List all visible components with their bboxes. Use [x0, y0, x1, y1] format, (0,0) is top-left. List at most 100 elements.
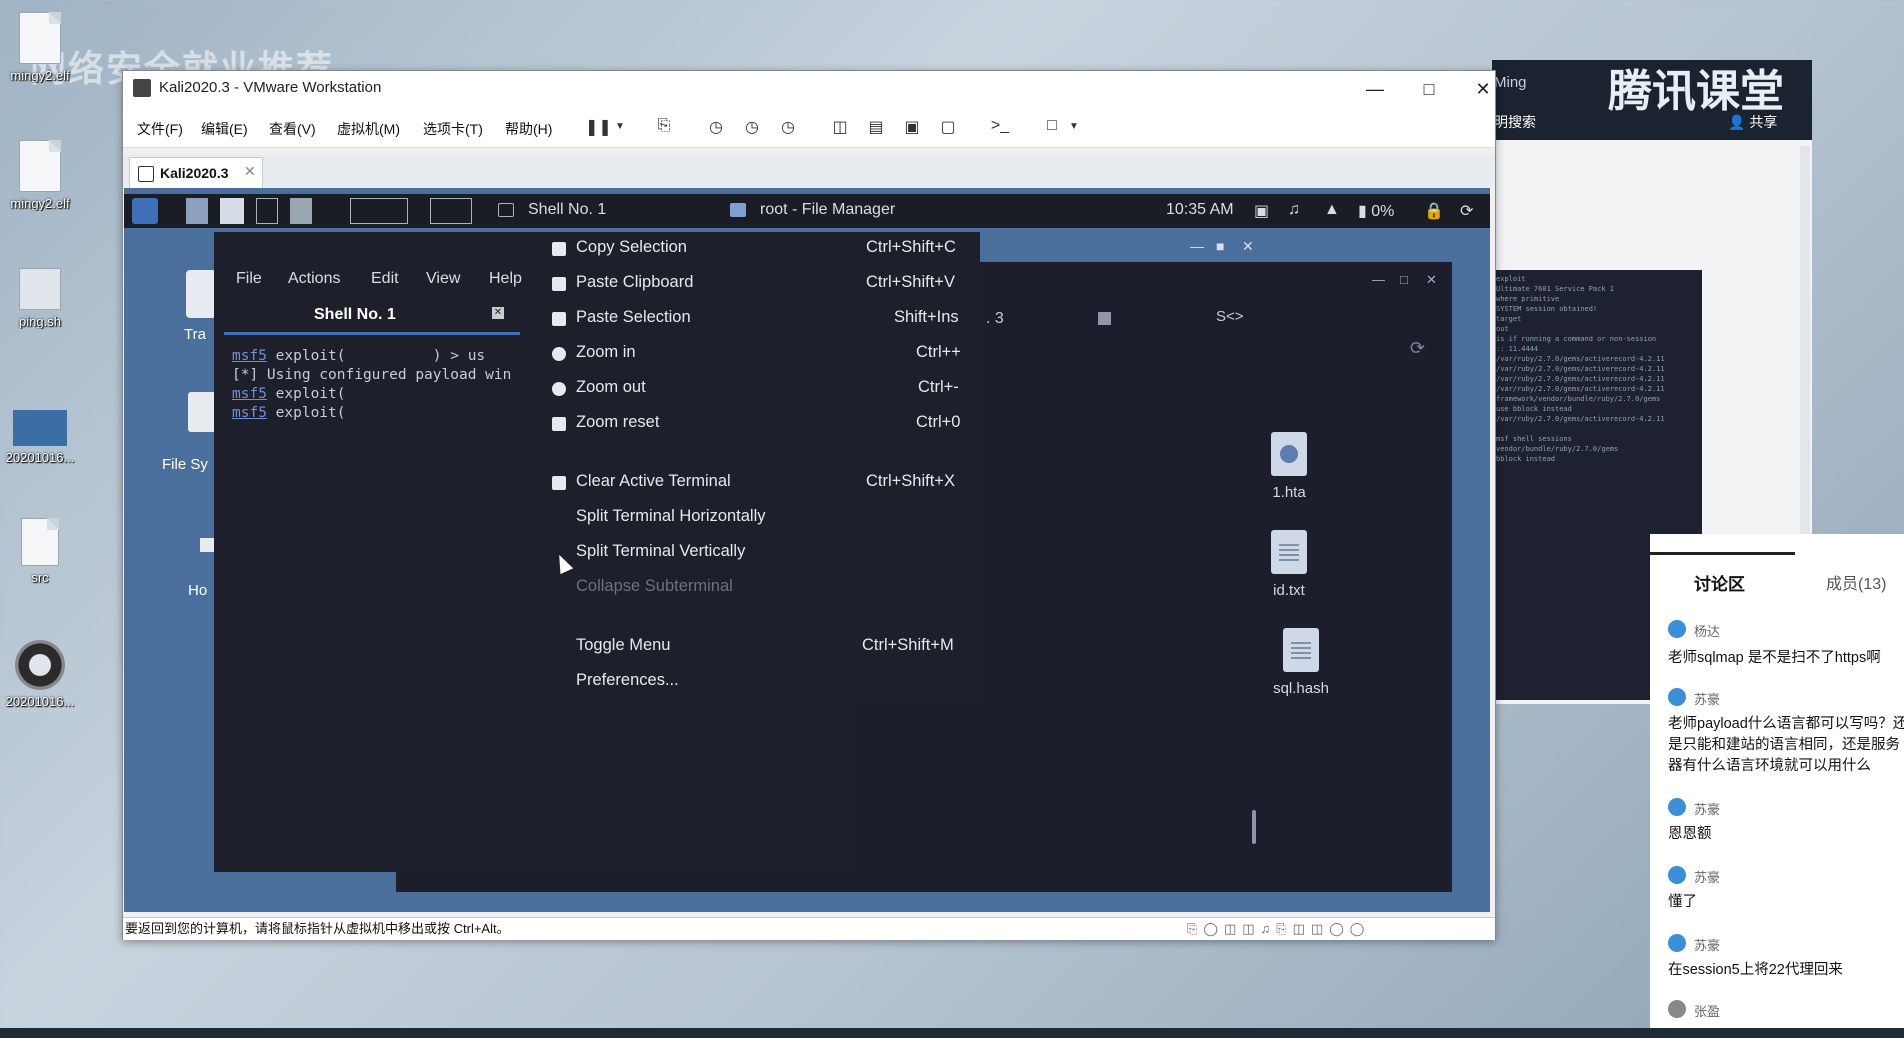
- maximize-button[interactable]: □: [1409, 75, 1449, 103]
- battery-indicator[interactable]: ▮ 0%: [1358, 201, 1394, 221]
- shortcut-label: Ctrl+Shift+M: [862, 636, 954, 654]
- workspace-icon[interactable]: [290, 198, 312, 224]
- terminal-launcher-icon[interactable]: [256, 198, 278, 224]
- tencent-search-label[interactable]: 明搜索: [1494, 112, 1536, 132]
- menu-toggle-menu[interactable]: Toggle Menu: [576, 636, 670, 655]
- workspace-2-button[interactable]: [430, 198, 472, 224]
- library-view-icon[interactable]: ◫: [829, 117, 851, 137]
- maximize-icon[interactable]: ■: [1216, 238, 1224, 254]
- fullscreen-icon[interactable]: ▣: [901, 117, 923, 137]
- tencent-share-button[interactable]: 👤 共享: [1728, 112, 1777, 132]
- refresh-icon[interactable]: ⟳: [1410, 338, 1425, 359]
- desktop-icon-video-2[interactable]: 20201016...: [0, 640, 80, 709]
- clock[interactable]: 10:35 AM: [1166, 201, 1234, 219]
- avatar: [1668, 798, 1686, 816]
- menu-copy-selection[interactable]: Copy Selection: [576, 238, 687, 257]
- folder-icon[interactable]: [220, 198, 244, 224]
- minimize-icon[interactable]: —: [1372, 272, 1385, 287]
- menu-file[interactable]: 文件(F): [137, 119, 183, 139]
- close-icon[interactable]: ✕: [1242, 238, 1254, 255]
- clear-icon: [552, 476, 566, 490]
- menu-paste-clipboard[interactable]: Paste Clipboard: [576, 273, 693, 292]
- status-text: 要返回到您的计算机，请将鼠标指针从虚拟机中移出或按 Ctrl+Alt。: [125, 921, 510, 936]
- desktop-icon-label: 20201016...: [5, 694, 75, 709]
- display-icon[interactable]: ▣: [1254, 201, 1269, 221]
- tab-kali[interactable]: Kali2020.3 ✕: [129, 157, 263, 188]
- minimize-button[interactable]: —: [1355, 75, 1395, 103]
- menu-zoom-in[interactable]: Zoom in: [576, 343, 636, 362]
- code-view-icon[interactable]: S<>: [1216, 308, 1244, 325]
- file-name: id.txt: [1273, 582, 1305, 599]
- device-icons[interactable]: ⎘◯◫◫♫⎘◫◫◯◯: [1187, 918, 1370, 940]
- paste-icon: [552, 277, 566, 291]
- menu-clear-active-terminal[interactable]: Clear Active Terminal: [576, 472, 731, 491]
- home-icon[interactable]: [200, 538, 214, 552]
- menu-view[interactable]: 查看(V): [269, 119, 316, 139]
- filesystem-icon[interactable]: [188, 392, 216, 432]
- snapshot-icon[interactable]: ◷: [705, 117, 727, 137]
- desktop-icon-video-1[interactable]: 20201016...: [0, 410, 80, 465]
- desktop-icon-mingy2-elf-2[interactable]: mingy2.elf: [0, 140, 80, 211]
- taskbar-item-shell[interactable]: Shell No. 1: [498, 201, 606, 219]
- menu-zoom-reset[interactable]: Zoom reset: [576, 413, 659, 432]
- snapshot-manager-icon[interactable]: ◷: [777, 117, 799, 137]
- desktop-icon-ping-sh[interactable]: ping.sh: [0, 268, 80, 329]
- taskbar-item-file-manager[interactable]: root - File Manager: [730, 201, 895, 219]
- desktop-icon-mingy2-elf[interactable]: mingy2.elf: [0, 12, 80, 83]
- send-ctrl-alt-del-icon[interactable]: ⎘: [653, 117, 675, 137]
- scrollbar-thumb[interactable]: [1252, 810, 1256, 844]
- menu-zoom-out[interactable]: Zoom out: [576, 378, 646, 397]
- menu-edit[interactable]: 编辑(E): [201, 119, 248, 139]
- vmware-title-bar[interactable]: Kali2020.3 - VMware Workstation — □ ✕: [123, 71, 1495, 107]
- menu-tabs[interactable]: 选项卡(T): [423, 119, 483, 139]
- task-label: root - File Manager: [760, 201, 896, 218]
- lock-icon[interactable]: 🔒: [1424, 201, 1444, 221]
- kali-menu-icon[interactable]: [132, 198, 158, 224]
- workspace-1-button[interactable]: [350, 198, 408, 224]
- chevron-down-icon[interactable]: ▼: [1063, 121, 1085, 141]
- menu-preferences[interactable]: Preferences...: [576, 671, 679, 690]
- terminal-menu-file[interactable]: File: [236, 270, 262, 288]
- close-icon[interactable]: ✕: [1426, 272, 1437, 288]
- pause-icon[interactable]: ❚❚: [585, 117, 612, 137]
- file-item-id-txt[interactable]: id.txt: [1234, 530, 1344, 599]
- close-icon[interactable]: ✕: [244, 163, 256, 180]
- power-icon[interactable]: ⟳: [1460, 201, 1473, 221]
- terminal-menu-actions[interactable]: Actions: [288, 270, 340, 288]
- file-item-sql-hash[interactable]: sql.hash: [1246, 628, 1356, 697]
- close-icon[interactable]: [1098, 312, 1111, 325]
- revert-snapshot-icon[interactable]: ◷: [741, 117, 763, 137]
- menu-help[interactable]: 帮助(H): [505, 119, 552, 139]
- maximize-icon[interactable]: □: [1400, 272, 1408, 287]
- chevron-down-icon[interactable]: ▼: [609, 121, 631, 141]
- volume-icon[interactable]: ♫: [1288, 201, 1300, 219]
- message-text: 老师payload什么语言都可以写吗？还是只能和建站的语言相同，还是服务器有什么…: [1668, 716, 1904, 774]
- desktop-icon-src[interactable]: src: [0, 518, 80, 585]
- discussion-members-tab[interactable]: 成员(13): [1826, 570, 1886, 594]
- discussion-title[interactable]: 讨论区: [1694, 570, 1745, 595]
- console-view-icon[interactable]: ▤: [865, 117, 887, 137]
- menu-paste-selection[interactable]: Paste Selection: [576, 308, 691, 327]
- stretch-icon[interactable]: □: [1041, 117, 1063, 137]
- desktop-icon-label: mingy2.elf: [10, 196, 70, 211]
- close-icon[interactable]: ✕: [492, 307, 504, 319]
- terminal-tab[interactable]: Shell No. 1 ✕: [224, 302, 520, 335]
- file-item-1-hta[interactable]: 1.hta: [1234, 432, 1344, 501]
- trash-icon[interactable]: [186, 270, 216, 318]
- terminal-menu-help[interactable]: Help: [489, 270, 522, 288]
- close-button[interactable]: ✕: [1463, 75, 1503, 103]
- show-desktop-icon[interactable]: [186, 198, 208, 224]
- unity-icon[interactable]: ▢: [937, 117, 959, 137]
- menu-split-vertically[interactable]: Split Terminal Vertically: [576, 542, 745, 561]
- menu-split-horizontally[interactable]: Split Terminal Horizontally: [576, 507, 766, 526]
- avatar: [1668, 1000, 1686, 1018]
- discussion-tab-indicator: [1650, 552, 1795, 555]
- menu-vm[interactable]: 虚拟机(M): [337, 119, 400, 139]
- avatar: [1668, 620, 1686, 638]
- vmware-menubar: 文件(F) 编辑(E) 查看(V) 虚拟机(M) 选项卡(T) 帮助(H) ❚❚…: [123, 107, 1495, 148]
- terminal-menu-view[interactable]: View: [426, 270, 460, 288]
- minimize-icon[interactable]: —: [1190, 238, 1204, 254]
- terminal-menu-edit[interactable]: Edit: [371, 270, 399, 288]
- notification-bell-icon[interactable]: ▲: [1324, 201, 1340, 219]
- terminal-icon[interactable]: >_: [989, 117, 1011, 137]
